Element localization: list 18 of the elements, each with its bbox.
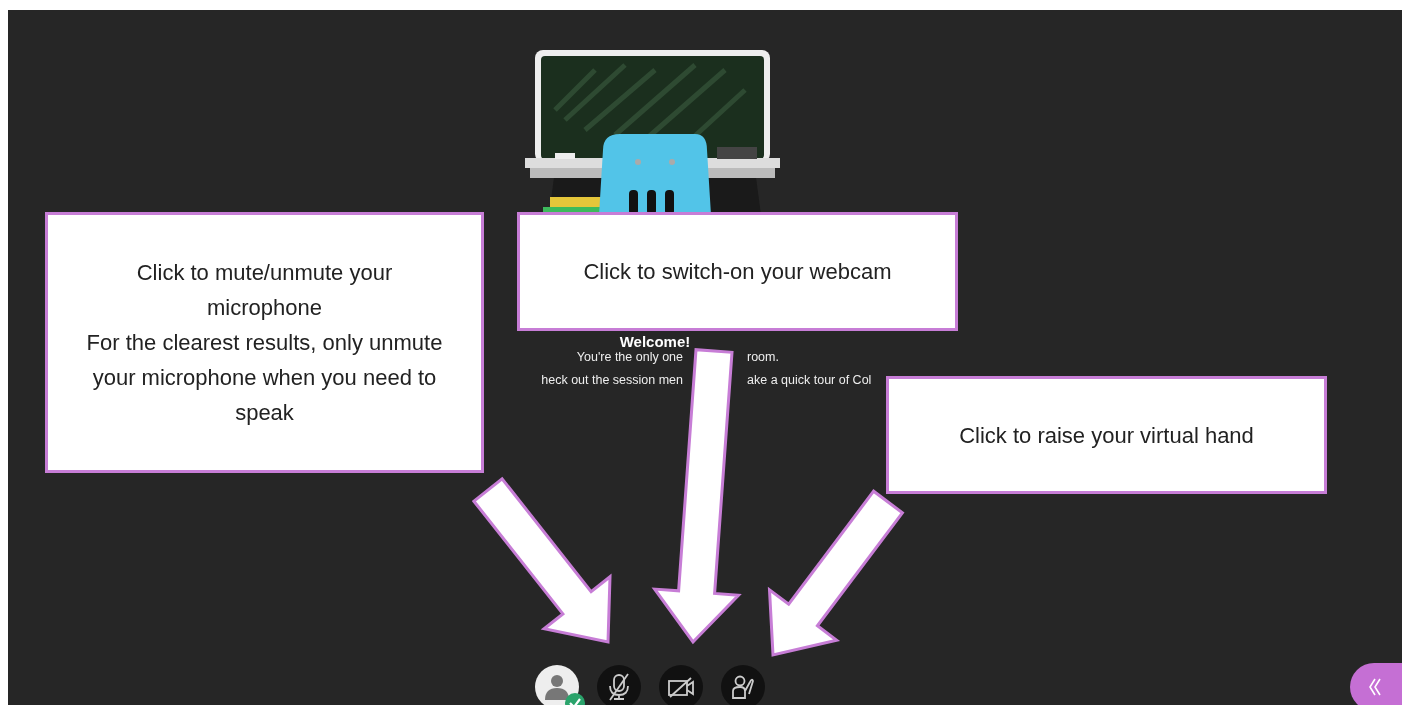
callout-text: Click to switch-on your webcam <box>582 258 893 286</box>
callout-text: Click to mute/unmute your microphone For the clearest results, only unmute your microphone when you need to speak <box>85 259 444 427</box>
welcome-text: ake a quick tour of Col <box>747 373 872 388</box>
person-icon <box>545 674 569 700</box>
callout-text: Click to raise your virtual hand <box>958 421 1255 450</box>
raise-hand-button[interactable] <box>721 665 765 705</box>
muted-microphone-icon <box>607 673 631 701</box>
camera-button[interactable] <box>659 665 703 705</box>
welcome-title: Welcome! <box>619 333 691 350</box>
collapse-panel-button[interactable] <box>1350 663 1402 705</box>
camera-off-icon <box>667 676 695 698</box>
welcome-text: You're the only one <box>576 350 683 365</box>
welcome-text: heck out the session men <box>541 373 683 388</box>
double-chevron-icon <box>1368 677 1382 697</box>
microphone-button[interactable] <box>597 665 641 705</box>
welcome-text: room. <box>747 350 779 365</box>
hand-icon <box>731 674 755 700</box>
profile-button[interactable] <box>535 665 579 705</box>
